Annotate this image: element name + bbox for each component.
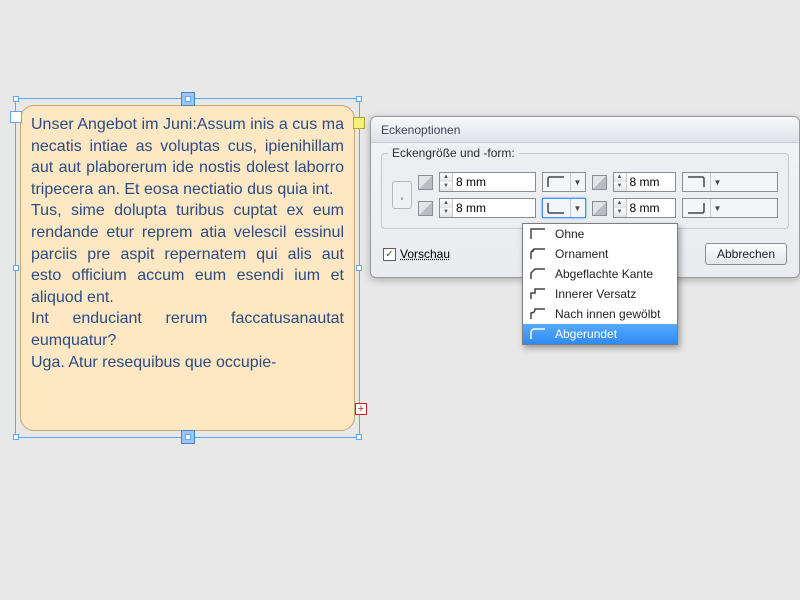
link-corners-icon[interactable]: 𐄀 <box>392 181 412 209</box>
frame-live-corner[interactable] <box>353 117 365 129</box>
dropdown-item-inset[interactable]: Innerer Versatz <box>523 284 677 304</box>
frame-in-port[interactable] <box>10 111 22 123</box>
spinner-down-icon[interactable]: ▼ <box>440 208 452 217</box>
corner-shape-bottom-right[interactable]: ▼ <box>682 198 779 218</box>
resize-handle-bottom-right[interactable] <box>356 434 362 440</box>
corner-pos-bottom-right-icon <box>592 201 607 216</box>
dropdown-item-inverse-rounded[interactable]: Nach innen gewölbt <box>523 304 677 324</box>
dropdown-arrow-icon: ▼ <box>711 199 725 217</box>
dropdown-item-label: Ohne <box>555 227 584 241</box>
spinner-down-icon[interactable]: ▼ <box>614 182 626 191</box>
dropdown-item-label: Ornament <box>555 247 608 261</box>
paragraph: Tus, sime dolupta turibus cuptat ex eum … <box>31 200 344 308</box>
corner-size-top-right[interactable]: ▲▼ 8 mm <box>613 172 676 192</box>
dropdown-item-label: Abgeflachte Kante <box>555 267 653 281</box>
dropdown-item-rounded[interactable]: Abgerundet <box>523 324 677 344</box>
corner-shape-bottom-left[interactable]: ▼ <box>542 198 586 218</box>
paragraph: Int enduciant rerum faccatusanautat eumq… <box>31 308 344 351</box>
checkbox-icon: ✓ <box>383 248 396 261</box>
dropdown-arrow-icon: ▼ <box>571 173 585 191</box>
dropdown-item-label: Innerer Versatz <box>555 287 636 301</box>
corner-size-top-right-value[interactable]: 8 mm <box>627 173 675 191</box>
spinner-up-icon[interactable]: ▲ <box>440 199 452 208</box>
dropdown-item-ornament[interactable]: Ornament <box>523 244 677 264</box>
spinner-up-icon[interactable]: ▲ <box>440 173 452 182</box>
dropdown-arrow-icon: ▼ <box>571 199 585 217</box>
corner-group-label: Eckengröße und -form: <box>388 146 519 160</box>
dropdown-item-none[interactable]: Ohne <box>523 224 677 244</box>
dropdown-item-beveled[interactable]: Abgeflachte Kante <box>523 264 677 284</box>
dropdown-item-label: Nach innen gewölbt <box>555 307 660 321</box>
resize-handle-top-mid[interactable] <box>185 96 191 102</box>
text-frame-content: Unser Angebot im Juni:Assum inis a cus m… <box>20 105 355 431</box>
spinner-up-icon[interactable]: ▲ <box>614 173 626 182</box>
corner-shape-dropdown[interactable]: Ohne Ornament Abgeflachte Kante Innerer … <box>522 223 678 345</box>
resize-handle-mid-left[interactable] <box>13 265 19 271</box>
corner-group: Eckengröße und -form: ▲▼ 8 mm ▼ 𐄀 ▲▼ 8 m… <box>381 153 789 229</box>
corner-size-bottom-right[interactable]: ▲▼ 8 mm <box>613 198 676 218</box>
resize-handle-bottom-left[interactable] <box>13 434 19 440</box>
corner-size-bottom-right-value[interactable]: 8 mm <box>627 199 675 217</box>
resize-handle-bottom-mid[interactable] <box>185 434 191 440</box>
corner-size-top-left[interactable]: ▲▼ 8 mm <box>439 172 536 192</box>
spinner-down-icon[interactable]: ▼ <box>614 208 626 217</box>
text-frame[interactable]: Unser Angebot im Juni:Assum inis a cus m… <box>15 98 360 438</box>
preview-label: Vorschau <box>400 247 450 261</box>
resize-handle-mid-right[interactable] <box>356 265 362 271</box>
corner-shape-top-right[interactable]: ▼ <box>682 172 779 192</box>
spinner-down-icon[interactable]: ▼ <box>440 182 452 191</box>
corner-size-bottom-left-value[interactable]: 8 mm <box>453 199 501 217</box>
resize-handle-top-right[interactable] <box>356 96 362 102</box>
cancel-button[interactable]: Abbrechen <box>705 243 787 265</box>
corner-size-top-left-value[interactable]: 8 mm <box>453 173 501 191</box>
dialog-title[interactable]: Eckenoptionen <box>371 117 799 143</box>
paragraph: Unser Angebot im Juni:Assum inis a cus m… <box>31 114 344 200</box>
paragraph: Uga. Atur resequibus que occupie- <box>31 352 344 374</box>
corner-pos-bottom-left-icon <box>418 201 433 216</box>
corner-pos-top-left-icon <box>418 175 433 190</box>
resize-handle-top-left[interactable] <box>13 96 19 102</box>
dropdown-arrow-icon: ▼ <box>711 173 725 191</box>
corner-shape-top-left[interactable]: ▼ <box>542 172 586 192</box>
dropdown-item-label: Abgerundet <box>555 327 617 341</box>
preview-checkbox[interactable]: ✓ Vorschau <box>383 247 450 261</box>
corner-size-bottom-left[interactable]: ▲▼ 8 mm <box>439 198 536 218</box>
spinner-up-icon[interactable]: ▲ <box>614 199 626 208</box>
overset-indicator[interactable]: + <box>355 403 367 415</box>
corner-pos-top-right-icon <box>592 175 607 190</box>
